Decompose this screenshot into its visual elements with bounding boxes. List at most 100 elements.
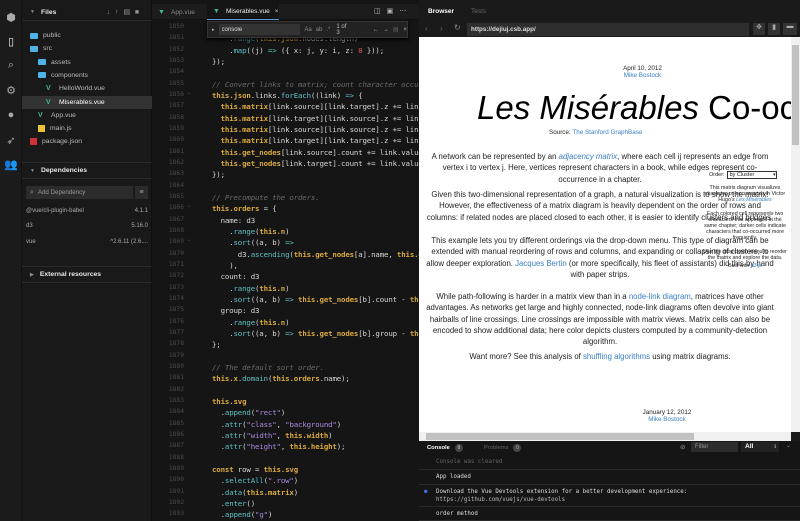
code-line[interactable]: const row = this.svg [212,465,298,474]
code-line[interactable]: this.matrix[link.target][link.source].z … [212,114,419,123]
dependency-row[interactable]: vue ^2.6.11 (2.6.... [26,239,148,245]
file-tree-item[interactable]: assets [22,56,152,69]
back-icon[interactable]: ‹ [425,24,428,33]
find-input[interactable] [218,24,301,35]
code-line[interactable]: this.matrix[link.target][link.target].z … [212,136,419,145]
vertical-scrollbar[interactable] [791,37,800,432]
fold-icon[interactable]: − [187,238,191,244]
new-tab-icon[interactable]: ▬ [783,23,797,35]
author-link[interactable]: Mike Bostock [624,72,661,79]
code-line[interactable]: // Precompute the orders. [212,193,320,202]
jacques-bertin-link[interactable]: Jacques Bertin [515,259,567,268]
code-line[interactable]: // The default sort order. [212,363,324,372]
fold-icon[interactable]: − [187,91,191,97]
file-tree-item[interactable]: components [22,69,152,82]
code-line[interactable]: // Convert links to matrix; count charac… [212,80,419,89]
cube-icon[interactable]: ⬢ [4,10,18,24]
file-tree-item[interactable]: V HelloWorld.vue [22,82,152,95]
code-line[interactable]: .selectAll(".row") [212,476,299,485]
code-line[interactable]: }); [212,57,225,66]
gear-icon[interactable]: ⚙ [4,83,18,97]
split-view-icon[interactable]: ◫ [374,8,387,15]
toggle-replace-icon[interactable]: ▸ [212,27,215,33]
code-line[interactable]: name: d3 [212,216,256,225]
code-line[interactable]: .attr("height", this.height); [212,442,346,451]
code-line[interactable]: .range(this.n) [212,227,289,236]
editor-actions[interactable]: ◫▣⋯ [374,7,412,15]
more-icon[interactable]: ⋯ [399,8,412,15]
collapse-console-icon[interactable]: ⌄ [786,442,791,449]
whole-word-icon[interactable]: ab [316,27,323,33]
github-icon[interactable]: ● [4,108,18,122]
devtools-link[interactable]: https://github.com/vuejs/vue-devtools [436,496,800,504]
open-window-icon[interactable]: ▮ [768,23,780,35]
close-icon[interactable]: × [275,8,279,15]
code-line[interactable]: }; [212,340,221,349]
order-select[interactable]: by Cluster ▾ [726,171,777,179]
file-tree-item[interactable]: public [22,29,152,42]
code-line[interactable]: ), [212,261,238,270]
fold-icon[interactable]: − [187,204,191,210]
code-line[interactable]: group: d3 [212,306,260,315]
clear-console-icon[interactable]: ⊘ [680,443,685,451]
search-icon[interactable]: ⌕ [4,58,18,72]
code-line[interactable]: this.get_nodes[link.source].count += lin… [212,148,419,157]
code-line[interactable]: .append("rect") [212,408,286,417]
find-in-selection-icon[interactable]: ▤ [393,26,399,33]
tab-miserables-vue[interactable]: ▼ Miserables.vue × [207,4,279,20]
code-line[interactable]: .append("g") [212,510,273,519]
code-line[interactable]: .attr("class", "background") [212,420,342,429]
code-line[interactable]: .attr("width", this.width) [212,431,333,440]
code-line[interactable]: d3.ascending(this.get_nodes[a].name, thi… [212,250,419,259]
tab-problems[interactable]: Problems 0 [484,441,522,454]
code-line[interactable]: count: d3 [212,272,260,281]
code-line[interactable]: }); [212,170,225,179]
d3-link[interactable]: d3.js [751,263,762,269]
level-select[interactable]: All ⁝ [741,442,779,452]
forward-icon[interactable]: › [440,24,443,33]
footer-author-link[interactable]: Mike Bostock [648,416,685,423]
tab-tests[interactable]: Tests [471,8,486,15]
file-tree-item[interactable]: main.js [22,122,152,135]
dependencies-section-header[interactable]: ▼ Dependencies [22,162,152,179]
previous-match-icon[interactable]: ← [373,27,379,33]
code-line[interactable]: .range(this.n) [212,318,289,327]
adjacency-matrix-link[interactable]: adjacency matrix [559,152,618,161]
external-resources-header[interactable]: ▶ External resources [22,266,152,283]
horizontal-scrollbar[interactable] [419,432,791,441]
code-line[interactable]: .sort((a, b) => [212,238,294,247]
code-line[interactable]: .sort((a, b) => this.get_nodes[b].group … [212,329,419,338]
users-icon[interactable]: 👥 [4,157,18,171]
file-tree-item[interactable]: V App.vue [22,109,152,122]
les-miserables-link[interactable]: Les Misérables [736,197,772,203]
code-line[interactable]: .range(this.n) [212,284,289,293]
regex-icon[interactable]: .* [326,27,330,33]
tab-browser[interactable]: Browser [428,8,454,15]
code-line[interactable]: this.matrix[link.source][link.source].z … [212,125,419,134]
scrollbar-thumb[interactable] [792,45,799,145]
files-section-header[interactable]: ▼ Files ↓↑▤■ [22,4,152,21]
shuffling-algorithms-link[interactable]: shuffling algorithms [583,352,650,361]
match-case-toggle[interactable]: Aa [304,27,311,33]
code-line[interactable]: this.get_nodes[link.target].count += lin… [212,159,419,168]
scrollbar-thumb[interactable] [426,433,694,440]
code-line[interactable]: this.orders = { [212,204,277,213]
file-icon[interactable]: ▯ [4,34,18,48]
devtools-icon[interactable]: ✥ [753,23,765,35]
code-line[interactable]: this.svg [212,397,247,406]
code-line[interactable]: .enter() [212,499,256,508]
file-tree-item[interactable]: package.json [22,135,152,148]
code-line[interactable]: .map((j) => ({ x: j, y: i, z: 0 })); [212,46,384,55]
node-link-diagram-link[interactable]: node-link diagram [629,292,691,301]
next-match-icon[interactable]: → [383,27,389,33]
url-input[interactable]: https://dejiuj.csb.app/ [467,23,749,36]
file-tree-item[interactable]: src [22,42,152,55]
dependency-row[interactable]: d3 5.16.0 [26,223,148,229]
close-find-icon[interactable]: × [403,27,407,33]
source-link[interactable]: The Stanford GraphBase [572,129,642,136]
code-line[interactable]: .data(this.matrix) [212,488,299,497]
refresh-icon[interactable]: ↻ [454,23,461,32]
preview-icon[interactable]: ▣ [387,8,400,15]
tab-console[interactable]: Console 0 [427,441,463,454]
menu-icon[interactable]: ≡ [135,186,148,199]
